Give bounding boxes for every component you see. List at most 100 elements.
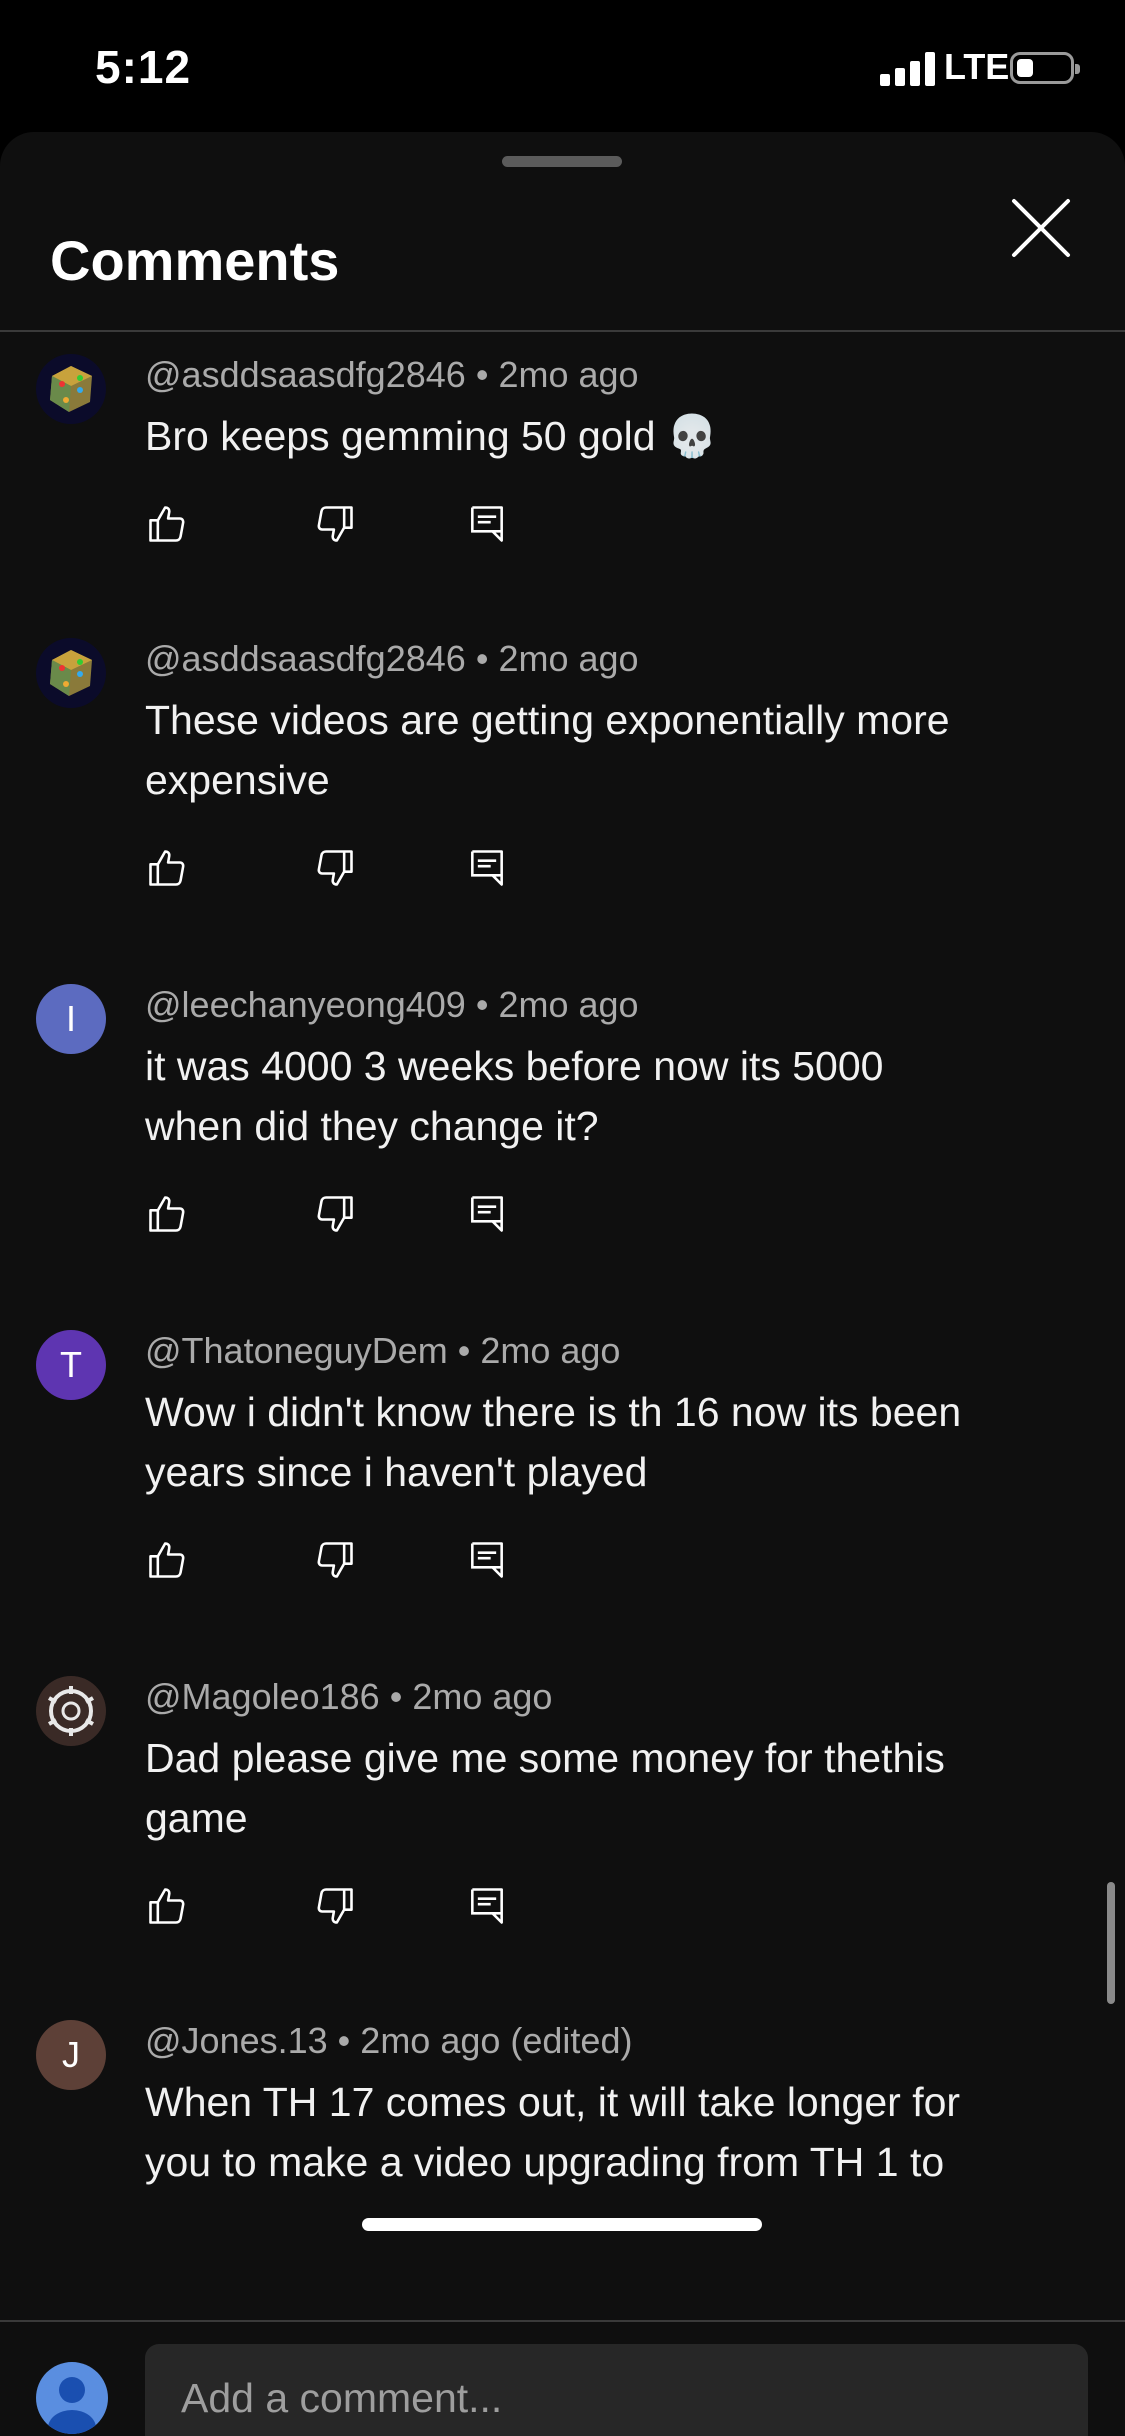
meta-separator: • xyxy=(337,2020,351,2061)
add-comment-input[interactable] xyxy=(145,2344,1088,2436)
avatar[interactable] xyxy=(36,1676,106,1746)
like-button[interactable] xyxy=(145,846,189,890)
reply-button[interactable] xyxy=(465,846,509,890)
like-button[interactable] xyxy=(145,1884,189,1928)
close-icon xyxy=(1012,199,1070,257)
dislike-button[interactable] xyxy=(313,1192,357,1236)
comment-line: when did they change it? xyxy=(145,1103,599,1149)
comment-time: 2mo ago (edited) xyxy=(360,2020,633,2061)
meta-separator: • xyxy=(457,1330,471,1371)
comment-meta: @leechanyeong409 • 2mo ago xyxy=(145,984,639,1026)
reply-button[interactable] xyxy=(465,502,509,546)
thumbs-down-icon xyxy=(317,1888,353,1924)
thumbs-down-icon xyxy=(317,1542,353,1578)
home-indicator[interactable] xyxy=(362,2218,762,2231)
avatar[interactable]: J xyxy=(36,2020,106,2090)
reply-button[interactable] xyxy=(465,1192,509,1236)
reply-icon xyxy=(471,850,503,886)
close-button[interactable] xyxy=(1006,193,1076,263)
comment-item: T @ThatoneguyDem • 2mo ago Wow i didn't … xyxy=(0,1330,1125,1660)
reply-icon xyxy=(471,506,503,542)
like-button[interactable] xyxy=(145,1192,189,1236)
comment-author[interactable]: @Magoleo186 xyxy=(145,1676,380,1717)
signal-icon xyxy=(880,52,936,86)
avatar-letter: I xyxy=(65,998,76,1039)
avatar-letter: J xyxy=(62,2034,80,2075)
status-bar: 5:12 LTE xyxy=(0,0,1125,132)
comment-author[interactable]: @ThatoneguyDem xyxy=(145,1330,448,1371)
comment-line: game xyxy=(145,1795,248,1841)
comment-time: 2mo ago xyxy=(412,1676,553,1717)
cube-avatar-image xyxy=(50,650,92,696)
reply-icon xyxy=(471,1196,503,1232)
like-button[interactable] xyxy=(145,502,189,546)
comment-meta: @Jones.13 • 2mo ago (edited) xyxy=(145,2020,632,2062)
comment-item: @Magoleo186 • 2mo ago Dad please give me… xyxy=(0,1676,1125,2006)
comment-list[interactable]: @asddsaasdfg2846 • 2mo ago Bro keeps gem… xyxy=(0,332,1125,2320)
comment-author[interactable]: @leechanyeong409 xyxy=(145,984,466,1025)
current-user-avatar-icon xyxy=(36,2362,108,2434)
comment-line: Bro keeps gemming 50 gold 💀 xyxy=(145,413,718,459)
comment-item: @asddsaasdfg2846 • 2mo ago These videos … xyxy=(0,638,1125,968)
comment-text: When TH 17 comes out, it will take longe… xyxy=(145,2072,1045,2192)
comment-line: Wow i didn't know there is th 16 now its… xyxy=(145,1389,962,1435)
avatar[interactable]: T xyxy=(36,1330,106,1400)
reply-button[interactable] xyxy=(465,1884,509,1928)
dislike-button[interactable] xyxy=(313,1538,357,1582)
comment-author[interactable]: @asddsaasdfg2846 xyxy=(145,638,466,679)
comment-composer xyxy=(0,2320,1125,2436)
thumbs-up-icon xyxy=(149,1542,185,1578)
reply-icon xyxy=(471,1542,503,1578)
avatar[interactable] xyxy=(36,638,106,708)
meta-separator: • xyxy=(475,638,489,679)
thumbs-up-icon xyxy=(149,1888,185,1924)
avatar-letter: T xyxy=(60,1344,82,1385)
cube-avatar-image xyxy=(50,366,92,412)
battery-icon xyxy=(1010,52,1080,84)
thumbs-down-icon xyxy=(317,850,353,886)
comment-line: expensive xyxy=(145,757,330,803)
comment-item: @asddsaasdfg2846 • 2mo ago Bro keeps gem… xyxy=(0,354,1125,684)
comment-meta: @asddsaasdfg2846 • 2mo ago xyxy=(145,638,639,680)
meta-separator: • xyxy=(389,1676,403,1717)
dislike-button[interactable] xyxy=(313,502,357,546)
comment-text: Bro keeps gemming 50 gold 💀 xyxy=(145,406,1045,466)
reply-icon xyxy=(471,1888,503,1924)
comment-line: years since i haven't played xyxy=(145,1449,648,1495)
comment-time: 2mo ago xyxy=(498,638,639,679)
dislike-button[interactable] xyxy=(313,1884,357,1928)
meta-separator: • xyxy=(475,984,489,1025)
comment-line: you to make a video upgrading from TH 1 … xyxy=(145,2139,945,2185)
status-time: 5:12 xyxy=(95,41,192,93)
comment-author[interactable]: @Jones.13 xyxy=(145,2020,328,2061)
meta-separator: • xyxy=(475,354,489,395)
scp-logo-avatar-image xyxy=(36,1676,106,1746)
drag-handle[interactable] xyxy=(502,156,622,167)
comment-time: 2mo ago xyxy=(480,1330,621,1371)
comment-text: Dad please give me some money for thethi… xyxy=(145,1728,1045,1848)
sheet-header: Comments xyxy=(0,202,1125,332)
comment-line: These videos are getting exponentially m… xyxy=(145,697,950,743)
comment-text: These videos are getting exponentially m… xyxy=(145,690,1045,810)
comment-text: it was 4000 3 weeks before now its 5000 … xyxy=(145,1036,1045,1156)
scrollbar-thumb[interactable] xyxy=(1107,1882,1115,2004)
thumbs-up-icon xyxy=(149,1196,185,1232)
thumbs-down-icon xyxy=(317,506,353,542)
comment-time: 2mo ago xyxy=(498,984,639,1025)
comment-line: Dad please give me some money for thethi… xyxy=(145,1735,945,1781)
comments-sheet: Comments @asddsaasdfg2846 • 2mo ago Bro … xyxy=(0,132,1125,2436)
avatar[interactable] xyxy=(36,354,106,424)
comment-author[interactable]: @asddsaasdfg2846 xyxy=(145,354,466,395)
thumbs-up-icon xyxy=(149,506,185,542)
dislike-button[interactable] xyxy=(313,846,357,890)
reply-button[interactable] xyxy=(465,1538,509,1582)
like-button[interactable] xyxy=(145,1538,189,1582)
comment-item: I @leechanyeong409 • 2mo ago it was 4000… xyxy=(0,984,1125,1314)
comment-item: J @Jones.13 • 2mo ago (edited) When TH 1… xyxy=(0,2020,1125,2320)
comment-text: Wow i didn't know there is th 16 now its… xyxy=(145,1382,1045,1502)
avatar[interactable]: I xyxy=(36,984,106,1054)
network-label: LTE xyxy=(944,46,1010,87)
comment-time: 2mo ago xyxy=(498,354,639,395)
comment-meta: @asddsaasdfg2846 • 2mo ago xyxy=(145,354,639,396)
comment-line: When TH 17 comes out, it will take longe… xyxy=(145,2079,961,2125)
